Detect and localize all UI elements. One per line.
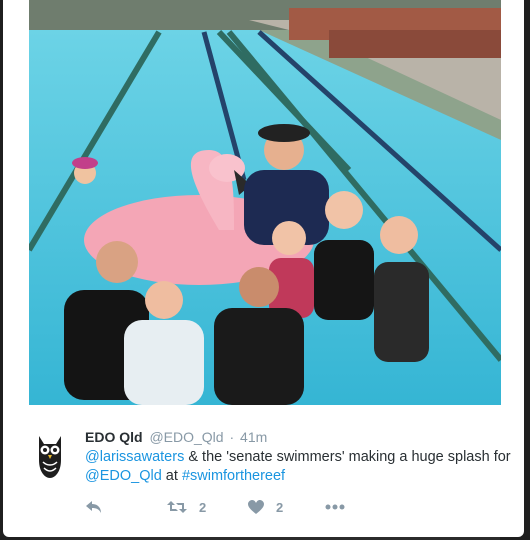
tweet-header: EDO Qld @EDO_Qld · 41m: [85, 428, 267, 446]
more-dots-icon: [325, 504, 345, 510]
retweet-button[interactable]: 2: [167, 497, 206, 517]
tweet-photo[interactable]: [29, 0, 501, 405]
mention-link[interactable]: @larissawaters: [85, 449, 184, 465]
like-button[interactable]: 2: [248, 497, 283, 517]
tweet-text: @larissawaters & the 'senate swimmers' m…: [85, 448, 515, 486]
like-count: 2: [276, 499, 284, 515]
heart-icon: [248, 499, 264, 514]
retweet-icon: [167, 501, 187, 513]
tweet-text-segment: at: [161, 468, 182, 484]
owl-logo-icon[interactable]: [33, 432, 67, 480]
reply-arrow-icon: [86, 501, 101, 513]
pool-photo-image: [29, 0, 501, 405]
tweet-body: EDO Qld @EDO_Qld · 41m @larissawaters & …: [3, 405, 524, 537]
hashtag-link[interactable]: #swimforthereef: [182, 468, 285, 484]
tweet-timestamp[interactable]: 41m: [240, 429, 267, 445]
separator-dot: ·: [229, 429, 235, 445]
user-handle[interactable]: @EDO_Qld: [149, 429, 223, 445]
retweet-count: 2: [199, 499, 207, 515]
reply-button[interactable]: [85, 497, 103, 517]
display-name[interactable]: EDO Qld: [85, 429, 143, 445]
tweet-actions: 2 2: [85, 497, 385, 517]
more-options-button[interactable]: [325, 497, 345, 517]
tweet-card: EDO Qld @EDO_Qld · 41m @larissawaters & …: [3, 0, 524, 537]
mention-link[interactable]: @EDO_Qld: [85, 468, 162, 484]
tweet-text-segment: & the 'senate swimmers' making a huge sp…: [184, 449, 511, 465]
